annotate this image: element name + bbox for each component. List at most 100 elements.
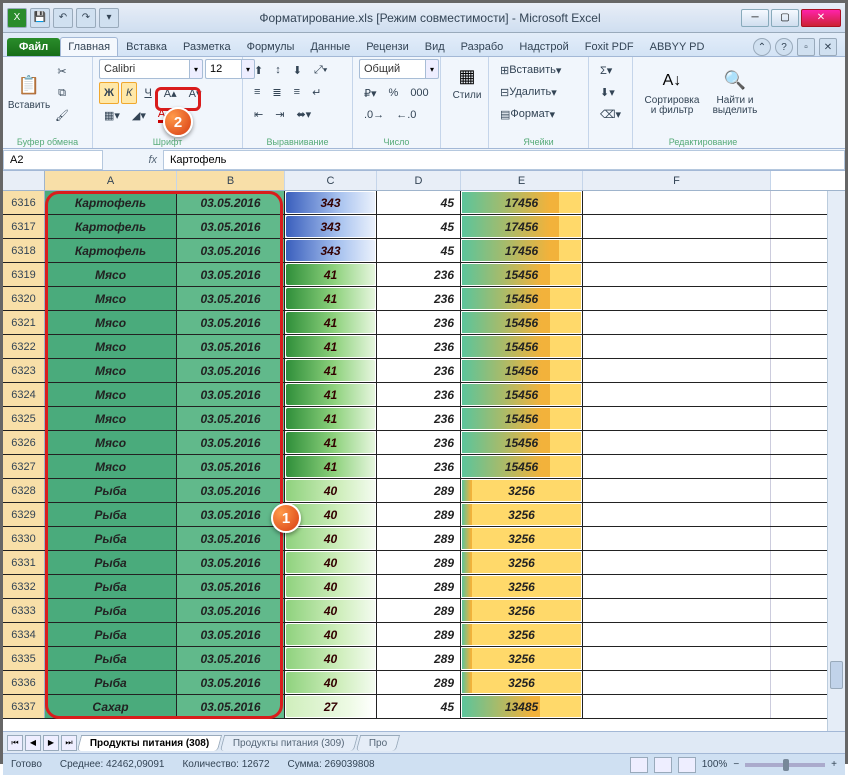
column-header-C[interactable]: C [285, 171, 377, 190]
row-header[interactable]: 6316 [3, 191, 45, 214]
cell[interactable]: 40 [285, 575, 377, 598]
minimize-button[interactable]: ─ [741, 9, 769, 27]
cell[interactable]: 13485 [461, 695, 583, 718]
window-restore-icon[interactable]: ▫ [797, 38, 815, 56]
row-header[interactable]: 6333 [3, 599, 45, 622]
cell[interactable]: 17456 [461, 191, 583, 214]
cell[interactable]: 3256 [461, 527, 583, 550]
sheet-tab-2[interactable]: Продукты питания (309) [220, 735, 358, 751]
cell[interactable]: Картофель [45, 191, 177, 214]
cell[interactable]: 3256 [461, 599, 583, 622]
column-header-D[interactable]: D [377, 171, 461, 190]
styles-button[interactable]: ▦Стили [447, 59, 487, 106]
column-header-F[interactable]: F [583, 171, 771, 190]
cell[interactable]: 45 [377, 191, 461, 214]
cell[interactable]: 03.05.2016 [177, 623, 285, 646]
row-header[interactable]: 6331 [3, 551, 45, 574]
row-header[interactable]: 6322 [3, 335, 45, 358]
cell[interactable]: 236 [377, 287, 461, 310]
autosum-button[interactable]: Σ▾ [595, 59, 617, 81]
clear-button[interactable]: ⌫▾ [595, 103, 626, 125]
cell[interactable]: 289 [377, 599, 461, 622]
cell[interactable]: 03.05.2016 [177, 335, 285, 358]
cell[interactable]: Мясо [45, 263, 177, 286]
cell[interactable]: 289 [377, 479, 461, 502]
underline-button[interactable]: Ч [139, 82, 156, 104]
cell[interactable]: 03.05.2016 [177, 647, 285, 670]
cell[interactable] [583, 311, 771, 334]
paste-button[interactable]: 📋 Вставить [9, 59, 49, 125]
cell[interactable]: Рыба [45, 647, 177, 670]
cell[interactable]: 236 [377, 359, 461, 382]
currency-button[interactable]: ₽▾ [359, 82, 382, 104]
cell[interactable]: 17456 [461, 239, 583, 262]
cell[interactable]: 15456 [461, 383, 583, 406]
cell[interactable]: 41 [285, 359, 377, 382]
row-header[interactable]: 6324 [3, 383, 45, 406]
cell[interactable]: 40 [285, 671, 377, 694]
tab-foxit pdf[interactable]: Foxit PDF [577, 37, 642, 56]
insert-cells-button[interactable]: ⊞ Вставить ▾ [495, 59, 566, 81]
row-header[interactable]: 6318 [3, 239, 45, 262]
tab-главная[interactable]: Главная [60, 37, 118, 56]
cell[interactable]: 343 [285, 215, 377, 238]
cell[interactable]: 15456 [461, 263, 583, 286]
align-middle-button[interactable]: ↕ [270, 59, 286, 81]
cell[interactable]: 41 [285, 455, 377, 478]
maximize-button[interactable]: ▢ [771, 9, 799, 27]
cell[interactable]: 3256 [461, 623, 583, 646]
cell[interactable]: 3256 [461, 647, 583, 670]
bold-button[interactable]: Ж [99, 82, 119, 104]
format-painter-button[interactable]: 🖌 [49, 105, 75, 125]
cell[interactable]: 03.05.2016 [177, 431, 285, 454]
align-center-button[interactable]: ≣ [267, 81, 286, 103]
cell[interactable]: 289 [377, 647, 461, 670]
cell[interactable]: 15456 [461, 311, 583, 334]
row-header[interactable]: 6323 [3, 359, 45, 382]
cell[interactable]: 15456 [461, 431, 583, 454]
cell[interactable]: 03.05.2016 [177, 407, 285, 430]
cell[interactable]: 03.05.2016 [177, 287, 285, 310]
cell[interactable]: Рыба [45, 575, 177, 598]
vertical-scrollbar[interactable] [827, 191, 845, 731]
cell[interactable]: Мясо [45, 407, 177, 430]
cell[interactable]: Мясо [45, 335, 177, 358]
cell[interactable]: 40 [285, 599, 377, 622]
cell[interactable]: Мясо [45, 431, 177, 454]
cell[interactable]: Рыба [45, 599, 177, 622]
close-button[interactable]: ✕ [801, 9, 841, 27]
merge-button[interactable]: ⬌▾ [291, 103, 316, 125]
cell[interactable]: 15456 [461, 287, 583, 310]
cell[interactable]: 236 [377, 407, 461, 430]
ribbon-minimize-icon[interactable]: ⌃ [753, 38, 771, 56]
cell[interactable]: 40 [285, 479, 377, 502]
cell[interactable]: 236 [377, 263, 461, 286]
cell[interactable]: 3256 [461, 575, 583, 598]
undo-icon[interactable]: ↶ [53, 8, 73, 28]
save-icon[interactable]: 💾 [30, 8, 50, 28]
row-header[interactable]: 6336 [3, 671, 45, 694]
cell[interactable]: 40 [285, 623, 377, 646]
cell[interactable]: 17456 [461, 215, 583, 238]
fx-label[interactable]: fx [103, 154, 163, 166]
align-left-button[interactable]: ≡ [249, 81, 265, 103]
cell[interactable]: Мясо [45, 359, 177, 382]
cell[interactable]: 15456 [461, 407, 583, 430]
cell[interactable]: 27 [285, 695, 377, 718]
row-header[interactable]: 6332 [3, 575, 45, 598]
help-icon[interactable]: ? [775, 38, 793, 56]
row-header[interactable]: 6321 [3, 311, 45, 334]
row-header[interactable]: 6320 [3, 287, 45, 310]
cell[interactable]: Мясо [45, 455, 177, 478]
font-shrink-button[interactable]: A▾ [184, 82, 207, 104]
sheet-nav-first[interactable]: ⏮ [7, 735, 23, 751]
comma-button[interactable]: 000 [405, 82, 433, 104]
zoom-out-button[interactable]: − [733, 759, 739, 770]
cell[interactable] [583, 191, 771, 214]
cell[interactable]: 41 [285, 383, 377, 406]
tab-file[interactable]: Файл [7, 38, 60, 56]
cell[interactable] [583, 527, 771, 550]
align-bottom-button[interactable]: ⬇ [288, 59, 307, 81]
cell[interactable]: Рыба [45, 671, 177, 694]
font-name-combo[interactable]: ▾ [99, 59, 203, 79]
